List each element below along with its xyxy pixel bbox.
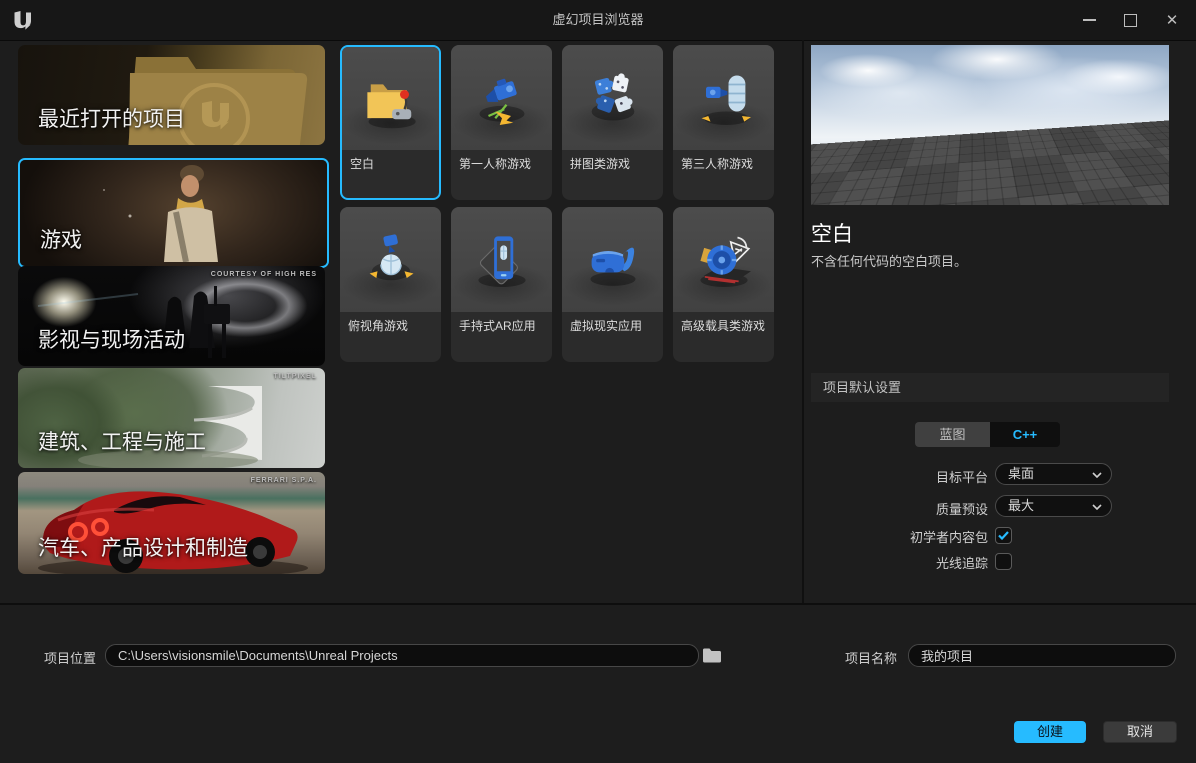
blueprint-tab[interactable]: 蓝图 [915,422,990,447]
template-label: 虚拟现实应用 [570,319,643,333]
template-label: 高级载具类游戏 [681,319,766,333]
starter-content-checkbox[interactable] [995,527,1012,544]
third-person-template-icon [701,75,751,125]
cpp-tab[interactable]: C++ [990,422,1060,447]
sidebar-item-recent-projects[interactable]: 最近打开的项目 [18,45,325,145]
template-card-top-down[interactable]: 俯视角游戏 [340,207,441,362]
project-location-input[interactable] [105,644,699,667]
advanced-vehicle-template-icon [699,236,751,287]
project-browser-window: 虚幻项目浏览器 ✕ 最近打开的项目 游戏 COURTESY OF HIGH RE… [0,0,1196,763]
template-card-virtual-reality[interactable]: 虚拟现实应用 [562,207,663,362]
template-label: 拼图类游戏 [570,157,631,171]
template-preview-image [811,45,1169,205]
template-card-puzzle[interactable]: 拼图类游戏 [562,45,663,200]
create-button[interactable]: 创建 [1014,721,1086,743]
quality-preset-dropdown[interactable]: 最大 [995,495,1112,517]
template-label: 第一人称游戏 [459,157,532,171]
first-person-template-icon [479,78,524,125]
check-icon [998,531,1009,540]
close-icon: ✕ [1165,11,1179,29]
sidebar-item-architecture[interactable]: TILTPIXEL 建筑、工程与施工 [18,368,325,468]
language-segmented-control: 蓝图 C++ [915,422,1060,447]
sidebar-item-film-live-events[interactable]: COURTESY OF HIGH RES 影视与现场活动 [18,266,325,366]
image-credit: TILTPIXEL [273,373,317,380]
virtual-reality-template-icon [590,247,635,286]
horizontal-divider [0,603,1196,605]
template-label: 手持式AR应用 [459,319,536,333]
template-detail-description: 不含任何代码的空白项目。 [811,254,968,269]
title-bar: 虚幻项目浏览器 ✕ [0,0,1196,41]
starter-content-label: 初学者内容包 [909,530,988,545]
sidebar-item-label: 最近打开的项目 [38,108,185,131]
close-button[interactable]: ✕ [1155,0,1189,40]
project-location-label: 项目位置 [44,651,97,666]
template-detail-title: 空白 [811,223,853,246]
maximize-icon [1123,13,1137,27]
target-platform-dropdown[interactable]: 桌面 [995,463,1112,485]
template-card-handheld-ar[interactable]: 手持式AR应用 [451,207,552,362]
raytracing-checkbox[interactable] [995,553,1012,570]
puzzle-template-icon [591,72,634,120]
sidebar-item-label: 汽车、产品设计和制造 [38,537,248,560]
window-title: 虚幻项目浏览器 [552,12,644,27]
template-card-first-person[interactable]: 第一人称游戏 [451,45,552,200]
quality-preset-label: 质量预设 [935,502,988,517]
project-defaults-header: 项目默认设置 [811,373,1169,402]
minimize-button[interactable] [1072,0,1106,40]
template-card-advanced-vehicle[interactable]: 高级载具类游戏 [673,207,774,362]
maximize-button[interactable] [1113,0,1147,40]
sidebar-item-automotive[interactable]: FERRARI S.P.A. 汽车、产品设计和制造 [18,472,325,574]
raytracing-label: 光线追踪 [935,556,988,571]
template-card-third-person[interactable]: 第三人称游戏 [673,45,774,200]
cancel-button[interactable]: 取消 [1103,721,1177,743]
checkered-floor [811,45,1169,152]
vertical-divider [802,40,804,603]
sidebar-item-label: 建筑、工程与施工 [38,431,206,454]
handheld-ar-template-icon [477,235,526,287]
browse-folder-icon[interactable] [702,646,722,664]
top-down-template-icon [369,233,413,280]
quality-preset-value: 最大 [1008,498,1035,513]
sidebar-item-label: 游戏 [40,229,82,252]
project-name-input[interactable] [908,644,1176,667]
template-label: 俯视角游戏 [348,319,409,333]
template-label: 空白 [350,157,375,171]
image-credit: FERRARI S.P.A. [250,477,317,484]
chevron-down-icon [1092,472,1102,478]
target-platform-label: 目标平台 [935,470,988,485]
blank-template-icon [366,83,416,128]
minimize-icon [1082,19,1096,21]
sidebar-item-label: 影视与现场活动 [38,329,185,352]
template-label: 第三人称游戏 [681,157,754,171]
image-credit: COURTESY OF HIGH RES [210,271,317,278]
chevron-down-icon [1092,504,1102,510]
target-platform-value: 桌面 [1008,466,1035,481]
project-name-label: 项目名称 [845,651,898,666]
sidebar-item-games[interactable]: 游戏 [18,158,329,268]
template-card-blank[interactable]: 空白 [340,45,441,200]
